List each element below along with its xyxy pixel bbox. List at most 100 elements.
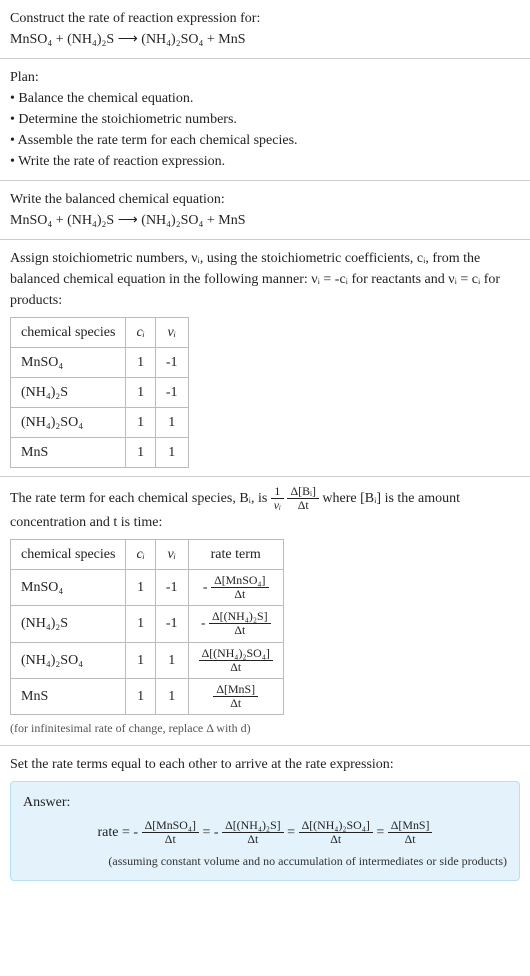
table-header-row: chemical species cᵢ νᵢ rate term: [11, 540, 284, 570]
plan-item: Balance the chemical equation.: [10, 88, 520, 109]
frac-den: νᵢ: [271, 499, 284, 512]
cell-species: MnSO₄: [11, 570, 126, 606]
rate-frac: Δ[(NH₄)₂S] Δt: [222, 819, 284, 846]
frac-den: Δt: [199, 661, 273, 674]
cell-ci: 1: [126, 348, 155, 378]
cell-species: (NH₄)₂S: [11, 606, 126, 642]
rate-frac: Δ[(NH₄)₂S] Δt: [209, 610, 271, 637]
balanced-title: Write the balanced chemical equation:: [10, 189, 520, 210]
table-row: (NH₄)₂SO₄ 1 1 Δ[(NH₄)₂SO₄] Δt: [11, 642, 284, 678]
frac-num: Δ[Bᵢ]: [287, 485, 318, 499]
cell-ci: 1: [126, 678, 155, 714]
plan-item: Write the rate of reaction expression.: [10, 151, 520, 172]
frac-num: Δ[MnSO₄]: [142, 819, 199, 833]
cell-vi: 1: [155, 642, 188, 678]
stoich-intro: Assign stoichiometric numbers, νᵢ, using…: [10, 248, 520, 311]
cell-species: (NH₄)₂SO₄: [11, 408, 126, 438]
answer-box: Answer: rate = - Δ[MnSO₄] Δt = - Δ[(NH₄)…: [10, 781, 520, 881]
table-row: (NH₄)₂S 1 -1: [11, 378, 189, 408]
cell-vi: -1: [155, 606, 188, 642]
rateterm-intro-pre: The rate term for each chemical species,…: [10, 491, 271, 506]
cell-species: MnS: [11, 438, 126, 468]
header-species: chemical species: [11, 540, 126, 570]
answer-label: Answer:: [23, 792, 507, 813]
frac-num: Δ[MnS]: [213, 683, 258, 697]
neg-sign: -: [133, 825, 138, 840]
rateterm-table: chemical species cᵢ νᵢ rate term MnSO₄ 1…: [10, 539, 284, 715]
balanced-section: Write the balanced chemical equation: Mn…: [0, 181, 530, 240]
rate-frac: Δ[MnSO₄] Δt: [142, 819, 199, 846]
rate-frac: Δ[MnSO₄] Δt: [211, 574, 268, 601]
header-species: chemical species: [11, 318, 126, 348]
plan-section: Plan: Balance the chemical equation. Det…: [0, 59, 530, 181]
plan-item: Assemble the rate term for each chemical…: [10, 130, 520, 151]
frac-num: Δ[MnSO₄]: [211, 574, 268, 588]
cell-term: Δ[MnS] Δt: [188, 678, 283, 714]
cell-term: - Δ[MnSO₄] Δt: [188, 570, 283, 606]
cell-vi: -1: [155, 348, 188, 378]
stoich-table: chemical species cᵢ νᵢ MnSO₄ 1 -1 (NH₄)₂…: [10, 317, 189, 468]
equals: =: [203, 825, 214, 840]
neg-sign: -: [201, 616, 206, 631]
cell-ci: 1: [126, 408, 155, 438]
cell-species: MnSO₄: [11, 348, 126, 378]
frac-num: Δ[MnS]: [388, 819, 433, 833]
cell-ci: 1: [126, 606, 155, 642]
header-ci: cᵢ: [126, 540, 155, 570]
table-row: (NH₄)₂S 1 -1 - Δ[(NH₄)₂S] Δt: [11, 606, 284, 642]
rate-frac: Δ[MnS] Δt: [388, 819, 433, 846]
stoich-section: Assign stoichiometric numbers, νᵢ, using…: [0, 240, 530, 477]
cell-term: Δ[(NH₄)₂SO₄] Δt: [188, 642, 283, 678]
rate-prefix: rate =: [98, 825, 134, 840]
frac-one-over-vi: 1 νᵢ: [271, 485, 284, 512]
equals: =: [287, 825, 298, 840]
intro-section: Construct the rate of reaction expressio…: [0, 0, 530, 59]
equals: =: [376, 825, 387, 840]
frac-num: 1: [271, 485, 284, 499]
rate-expression: rate = - Δ[MnSO₄] Δt = - Δ[(NH₄)₂S] Δt =…: [23, 819, 507, 846]
cell-term: - Δ[(NH₄)₂S] Δt: [188, 606, 283, 642]
neg-sign: -: [203, 580, 208, 595]
construct-text: Construct the rate of reaction expressio…: [10, 8, 520, 29]
frac-num: Δ[(NH₄)₂SO₄]: [299, 819, 373, 833]
table-row: MnSO₄ 1 -1: [11, 348, 189, 378]
cell-species: MnS: [11, 678, 126, 714]
frac-den: Δt: [209, 624, 271, 637]
cell-species: (NH₄)₂S: [11, 378, 126, 408]
frac-num: Δ[(NH₄)₂SO₄]: [199, 647, 273, 661]
table-row: MnSO₄ 1 -1 - Δ[MnSO₄] Δt: [11, 570, 284, 606]
plan-title: Plan:: [10, 67, 520, 88]
intro-equation: MnSO₄ + (NH₄)₂S ⟶ (NH₄)₂SO₄ + MnS: [10, 29, 520, 50]
balanced-equation: MnSO₄ + (NH₄)₂S ⟶ (NH₄)₂SO₄ + MnS: [10, 210, 520, 231]
frac-den: Δt: [388, 833, 433, 846]
table-header-row: chemical species cᵢ νᵢ: [11, 318, 189, 348]
table-row: MnS 1 1: [11, 438, 189, 468]
frac-den: Δt: [287, 499, 318, 512]
frac-den: Δt: [142, 833, 199, 846]
cell-vi: 1: [155, 438, 188, 468]
cell-vi: -1: [155, 570, 188, 606]
cell-ci: 1: [126, 378, 155, 408]
plan-item: Determine the stoichiometric numbers.: [10, 109, 520, 130]
final-title: Set the rate terms equal to each other t…: [10, 754, 520, 775]
frac-num: Δ[(NH₄)₂S]: [222, 819, 284, 833]
frac-den: Δt: [299, 833, 373, 846]
frac-delta-bi: Δ[Bᵢ] Δt: [287, 485, 318, 512]
header-vi: νᵢ: [155, 540, 188, 570]
frac-den: Δt: [222, 833, 284, 846]
cell-species: (NH₄)₂SO₄: [11, 642, 126, 678]
frac-den: Δt: [213, 697, 258, 710]
rateterm-note: (for infinitesimal rate of change, repla…: [10, 719, 520, 737]
rateterm-intro: The rate term for each chemical species,…: [10, 485, 520, 533]
cell-ci: 1: [126, 570, 155, 606]
cell-ci: 1: [126, 438, 155, 468]
answer-note: (assuming constant volume and no accumul…: [23, 852, 507, 870]
rate-frac: Δ[MnS] Δt: [213, 683, 258, 710]
header-term: rate term: [188, 540, 283, 570]
rateterm-section: The rate term for each chemical species,…: [0, 477, 530, 746]
frac-num: Δ[(NH₄)₂S]: [209, 610, 271, 624]
final-section: Set the rate terms equal to each other t…: [0, 746, 530, 889]
cell-ci: 1: [126, 642, 155, 678]
cell-vi: 1: [155, 408, 188, 438]
header-ci: cᵢ: [126, 318, 155, 348]
